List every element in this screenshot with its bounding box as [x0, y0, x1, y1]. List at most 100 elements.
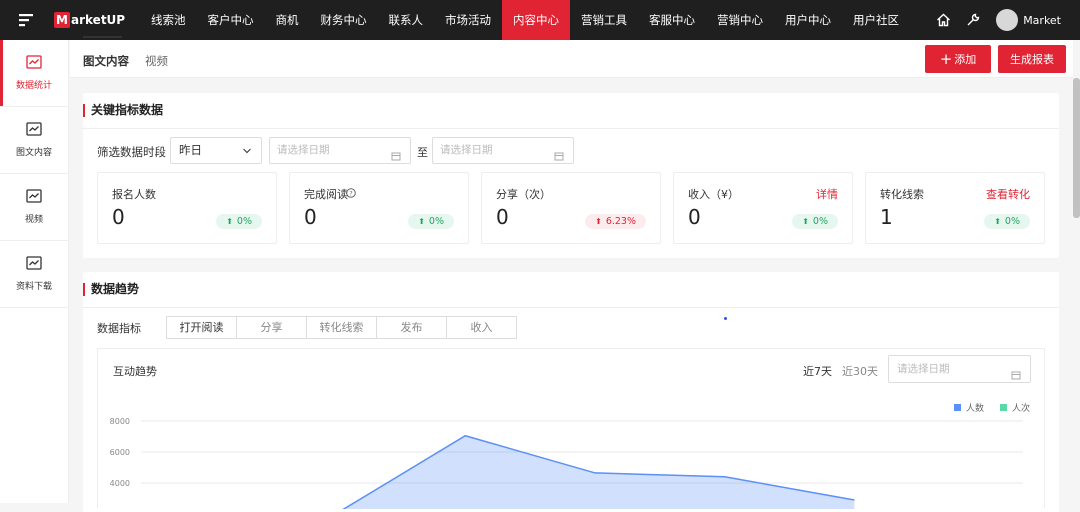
key-metrics-card: 关键指标数据 筛选数据时段 昨日 请选择日期 至 请选择日期 报名人数0⬆0%完…: [83, 93, 1059, 258]
sidebar-item[interactable]: 数据统计: [0, 40, 68, 107]
add-button[interactable]: + 添加: [925, 45, 991, 73]
sidebar: 数据统计图文内容视频资料下载: [0, 40, 69, 503]
stat-card: 分享（次） 0 ⬆ 6.23%: [481, 172, 661, 244]
filter-label: 筛选数据时段: [97, 144, 166, 160]
add-button-label: 添加: [954, 51, 976, 67]
card-title: 数据趋势: [83, 283, 139, 296]
nav-item[interactable]: 用户中心: [774, 0, 842, 40]
stat-value: 0: [496, 205, 509, 229]
period-select[interactable]: 昨日: [170, 137, 262, 164]
change-value: 6.23%: [606, 216, 636, 227]
wrench-icon[interactable]: [958, 0, 988, 40]
stat-value: 0: [688, 205, 701, 229]
chart-icon: [26, 189, 42, 212]
stat-value: 0: [304, 205, 317, 229]
stat-label: 转化线索: [880, 186, 924, 202]
trend-chart: 4000 6000 8000: [98, 349, 1044, 509]
chart-icon: [26, 256, 42, 279]
sidebar-item-label: 图文内容: [16, 145, 52, 158]
stat-value: 0: [112, 205, 125, 229]
chevron-down-icon: [242, 138, 252, 172]
scrollbar[interactable]: [1073, 78, 1080, 218]
sidebar-item[interactable]: 资料下载: [0, 241, 68, 308]
nav-item[interactable]: 市场活动: [434, 0, 502, 40]
end-date-placeholder: 请选择日期: [440, 144, 493, 156]
user-name[interactable]: Market: [1023, 14, 1061, 27]
logo-mark: M: [54, 12, 70, 28]
y-tick-label: 8000: [110, 417, 130, 426]
chart-icon: [26, 55, 42, 78]
stat-link[interactable]: 详情: [816, 186, 838, 202]
stat-card: 报名人数0⬆0%: [97, 172, 277, 244]
nav-item[interactable]: 用户社区: [842, 0, 910, 40]
calendar-icon: [554, 146, 564, 171]
change-badge: ⬆ 0%: [216, 214, 262, 229]
nav-item[interactable]: 线索池: [140, 0, 197, 40]
card-title: 关键指标数据: [83, 104, 163, 117]
metric-tab[interactable]: 转化线索: [306, 316, 377, 339]
nav-item[interactable]: 客服中心: [638, 0, 706, 40]
nav-item[interactable]: 内容中心: [502, 0, 570, 40]
stat-value: 1: [880, 205, 893, 229]
nav-item[interactable]: 营销中心: [706, 0, 774, 40]
metric-tab[interactable]: 收入: [446, 316, 517, 339]
stat-label: 完成阅读: [304, 186, 348, 202]
home-icon[interactable]: [928, 0, 958, 40]
start-date-placeholder: 请选择日期: [277, 144, 330, 156]
change-badge: ⬆ 6.23%: [585, 214, 646, 229]
change-value: 0%: [1005, 216, 1020, 227]
change-badge: ⬆0%: [792, 214, 838, 229]
arrow-up-icon: ⬆: [226, 217, 233, 226]
nav-item[interactable]: 营销工具: [570, 0, 638, 40]
end-date-input[interactable]: 请选择日期: [432, 137, 574, 164]
change-badge: ⬆ 0%: [984, 214, 1030, 229]
sidebar-item[interactable]: 图文内容: [0, 107, 68, 174]
stat-link[interactable]: 查看转化: [986, 186, 1030, 202]
svg-text:?: ?: [349, 189, 352, 197]
active-tab-indicator: [83, 36, 122, 38]
change-value: 0%: [237, 216, 252, 227]
nav-item[interactable]: 联系人: [378, 0, 435, 40]
metric-tab[interactable]: 分享: [236, 316, 307, 339]
nav-item[interactable]: 商机: [265, 0, 310, 40]
period-value: 昨日: [179, 143, 202, 157]
plus-icon: +: [940, 53, 953, 65]
trend-card: 数据趋势 数据指标 打开阅读分享转化线索发布收入 互动趋势 近7天 近30天 请…: [83, 272, 1059, 512]
change-badge: ⬆ 0%: [408, 214, 454, 229]
tab-graphic-content[interactable]: 图文内容: [83, 53, 129, 69]
logo-text: arketUP: [71, 13, 125, 27]
nav-menu: 线索池客户中心商机财务中心联系人市场活动内容中心营销工具客服中心营销中心用户中心…: [140, 0, 910, 40]
tab-video[interactable]: 视频: [145, 53, 168, 69]
metric-tab[interactable]: 打开阅读: [166, 316, 237, 339]
top-navigation: M arketUP 线索池客户中心商机财务中心联系人市场活动内容中心营销工具客服…: [0, 0, 1080, 40]
stat-card: 完成阅读? 0 ⬆ 0%: [289, 172, 469, 244]
y-tick-label: 6000: [110, 448, 130, 457]
menu-icon[interactable]: [0, 0, 54, 40]
stat-card: 转化线索 1 ⬆ 0% 查看转化: [865, 172, 1045, 244]
chart-icon: [26, 122, 42, 145]
generate-report-button[interactable]: 生成报表: [998, 45, 1066, 73]
arrow-up-icon: ⬆: [994, 217, 1001, 226]
stat-card: 收入（¥）0⬆0%详情: [673, 172, 853, 244]
help-icon[interactable]: ?: [346, 187, 356, 201]
nav-item[interactable]: 客户中心: [197, 0, 265, 40]
to-label: 至: [417, 144, 428, 160]
sidebar-item-label: 数据统计: [16, 78, 52, 91]
arrow-up-icon: ⬆: [418, 217, 425, 226]
avatar[interactable]: [996, 9, 1018, 31]
change-value: 0%: [813, 216, 828, 227]
y-tick-label: 4000: [110, 479, 130, 488]
metric-label: 数据指标: [97, 320, 141, 336]
change-value: 0%: [429, 216, 444, 227]
metric-tabs: 打开阅读分享转化线索发布收入: [167, 316, 517, 339]
stat-label: 分享（次）: [496, 186, 551, 202]
metric-tab[interactable]: 发布: [376, 316, 447, 339]
sidebar-item-label: 视频: [25, 212, 43, 225]
arrow-up-icon: ⬆: [595, 217, 602, 226]
sidebar-item[interactable]: 视频: [0, 174, 68, 241]
content-tabs: 图文内容 视频: [70, 40, 1073, 78]
brand-logo[interactable]: M arketUP: [54, 0, 140, 40]
start-date-input[interactable]: 请选择日期: [269, 137, 411, 164]
sidebar-item-label: 资料下载: [16, 279, 52, 292]
nav-item[interactable]: 财务中心: [310, 0, 378, 40]
